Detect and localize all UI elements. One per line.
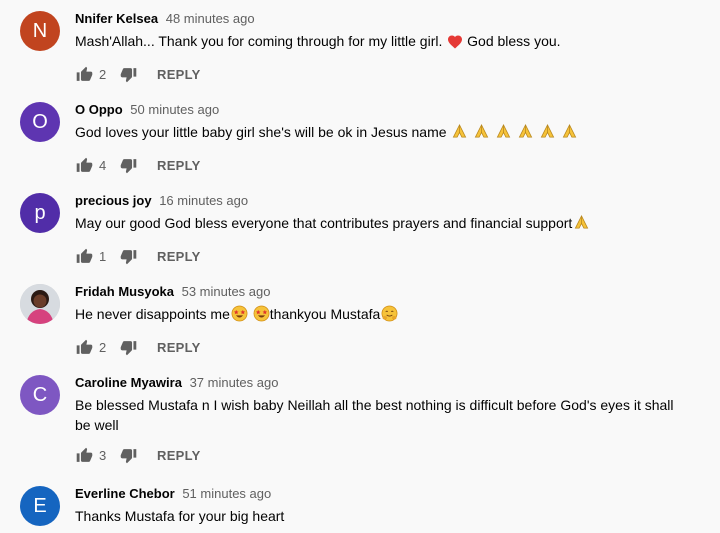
- reply-button[interactable]: REPLY: [157, 249, 201, 264]
- thumb-up-icon: [76, 248, 93, 265]
- reply-button[interactable]: REPLY: [157, 67, 201, 82]
- comment-thread: O O Oppo 50 minutes ago God loves your l…: [0, 100, 720, 180]
- comment-text-start: He never disappoints me: [75, 306, 230, 322]
- comment-text-start: Mash'Allah... Thank you for coming throu…: [75, 33, 447, 49]
- folded-hands-emoji: [451, 123, 468, 145]
- avatar-letter: N: [32, 19, 48, 42]
- folded-hands-emoji: [517, 123, 534, 145]
- avatar[interactable]: E: [20, 486, 60, 526]
- like-button[interactable]: [75, 156, 93, 174]
- comment-thread: E Everline Chebor 51 minutes ago Thanks …: [0, 484, 720, 533]
- author-name[interactable]: O Oppo: [75, 102, 123, 117]
- comment-thread: N Nnifer Kelsea 48 minutes ago Mash'Alla…: [0, 9, 720, 89]
- folded-hands-emoji: [495, 123, 512, 145]
- comment-timestamp[interactable]: 48 minutes ago: [166, 11, 255, 26]
- comment-text-body: God loves your little baby girl she's wi…: [75, 124, 451, 140]
- comment-timestamp[interactable]: 37 minutes ago: [190, 375, 279, 390]
- profile-photo: [20, 284, 60, 324]
- comment-header: Nnifer Kelsea 48 minutes ago: [75, 9, 690, 29]
- like-button[interactable]: [75, 65, 93, 83]
- avatar[interactable]: O: [20, 102, 60, 142]
- hugging-face-emoji: [381, 305, 398, 327]
- folded-hands-emoji: [473, 123, 490, 145]
- comment-timestamp[interactable]: 16 minutes ago: [159, 193, 248, 208]
- avatar[interactable]: p: [20, 193, 60, 233]
- folded-hands-emoji: [573, 214, 590, 236]
- thumb-up-icon: [76, 157, 93, 174]
- dislike-button[interactable]: [119, 156, 137, 174]
- avatar-letter: C: [32, 383, 48, 406]
- reply-button[interactable]: REPLY: [157, 340, 201, 355]
- like-count: 3: [99, 447, 107, 463]
- thumb-down-icon: [120, 157, 137, 174]
- thumb-down-icon: [120, 447, 137, 464]
- dislike-button[interactable]: [119, 247, 137, 265]
- reply-button[interactable]: REPLY: [157, 448, 201, 463]
- thumb-up-icon: [76, 66, 93, 83]
- comment-timestamp[interactable]: 51 minutes ago: [182, 486, 271, 501]
- like-button[interactable]: [75, 247, 93, 265]
- avatar-letter: p: [34, 201, 46, 224]
- like-button[interactable]: [75, 446, 93, 464]
- comment-header: Everline Chebor 51 minutes ago: [75, 484, 690, 504]
- avatar[interactable]: N: [20, 11, 60, 51]
- thumb-down-icon: [120, 339, 137, 356]
- comment-text: May our good God bless everyone that con…: [75, 213, 690, 236]
- comment-text: He never disappoints me thankyou Mustafa: [75, 304, 690, 327]
- comment-text-body: May our good God bless everyone that con…: [75, 215, 573, 231]
- thumb-up-icon: [76, 447, 93, 464]
- comment-header: Caroline Myawira 37 minutes ago: [75, 373, 690, 393]
- reply-button[interactable]: REPLY: [157, 158, 201, 173]
- comment-text-body: Thanks Mustafa for your big heart: [75, 508, 285, 524]
- star-struck-emoji: [253, 305, 270, 327]
- comment-text: God loves your little baby girl she's wi…: [75, 122, 690, 145]
- thumb-down-icon: [120, 66, 137, 83]
- comment-thread: p precious joy 16 minutes ago May our go…: [0, 191, 720, 271]
- star-struck-emoji: [231, 305, 248, 327]
- dislike-button[interactable]: [119, 446, 137, 464]
- thumb-up-icon: [76, 339, 93, 356]
- author-name[interactable]: Nnifer Kelsea: [75, 11, 158, 26]
- comment-header: Fridah Musyoka 53 minutes ago: [75, 282, 690, 302]
- comment-actions: 2 REPLY: [75, 62, 690, 86]
- comment-actions: 1 REPLY: [75, 244, 690, 268]
- heart-emoji: [447, 34, 463, 54]
- comment-actions: 3 REPLY: [75, 443, 690, 467]
- comment-header: precious joy 16 minutes ago: [75, 191, 690, 211]
- avatar[interactable]: C: [20, 375, 60, 415]
- avatar[interactable]: [20, 284, 60, 324]
- author-name[interactable]: Everline Chebor: [75, 486, 175, 501]
- comment-text-body: Be blessed Mustafa n I wish baby Neillah…: [75, 397, 674, 433]
- comment-header: O Oppo 50 minutes ago: [75, 100, 690, 120]
- comment-timestamp[interactable]: 53 minutes ago: [182, 284, 271, 299]
- folded-hands-emoji: [561, 123, 578, 145]
- comment-text-end: God bless you.: [467, 33, 561, 49]
- comment-thread: Fridah Musyoka 53 minutes ago He never d…: [0, 282, 720, 362]
- avatar-letter: E: [33, 494, 47, 517]
- comment-actions: 4 REPLY: [75, 153, 690, 177]
- comment-timestamp[interactable]: 50 minutes ago: [130, 102, 219, 117]
- comment-text-end: thankyou Mustafa: [269, 306, 381, 322]
- like-count: 4: [99, 157, 107, 173]
- like-count: 2: [99, 66, 107, 82]
- comments-list: N Nnifer Kelsea 48 minutes ago Mash'Alla…: [0, 0, 720, 533]
- author-name[interactable]: precious joy: [75, 193, 152, 208]
- author-name[interactable]: Caroline Myawira: [75, 375, 182, 390]
- avatar-letter: O: [32, 110, 48, 133]
- like-count: 2: [99, 339, 107, 355]
- comment-actions: 2 REPLY: [75, 335, 690, 359]
- comment-text: Thanks Mustafa for your big heart: [75, 506, 690, 526]
- comment-text: Be blessed Mustafa n I wish baby Neillah…: [75, 395, 690, 435]
- thumb-down-icon: [120, 248, 137, 265]
- comment-thread: C Caroline Myawira 37 minutes ago Be ble…: [0, 373, 720, 473]
- dislike-button[interactable]: [119, 338, 137, 356]
- like-button[interactable]: [75, 338, 93, 356]
- author-name[interactable]: Fridah Musyoka: [75, 284, 174, 299]
- comment-text: Mash'Allah... Thank you for coming throu…: [75, 31, 690, 54]
- dislike-button[interactable]: [119, 65, 137, 83]
- folded-hands-emoji: [539, 123, 556, 145]
- like-count: 1: [99, 248, 107, 264]
